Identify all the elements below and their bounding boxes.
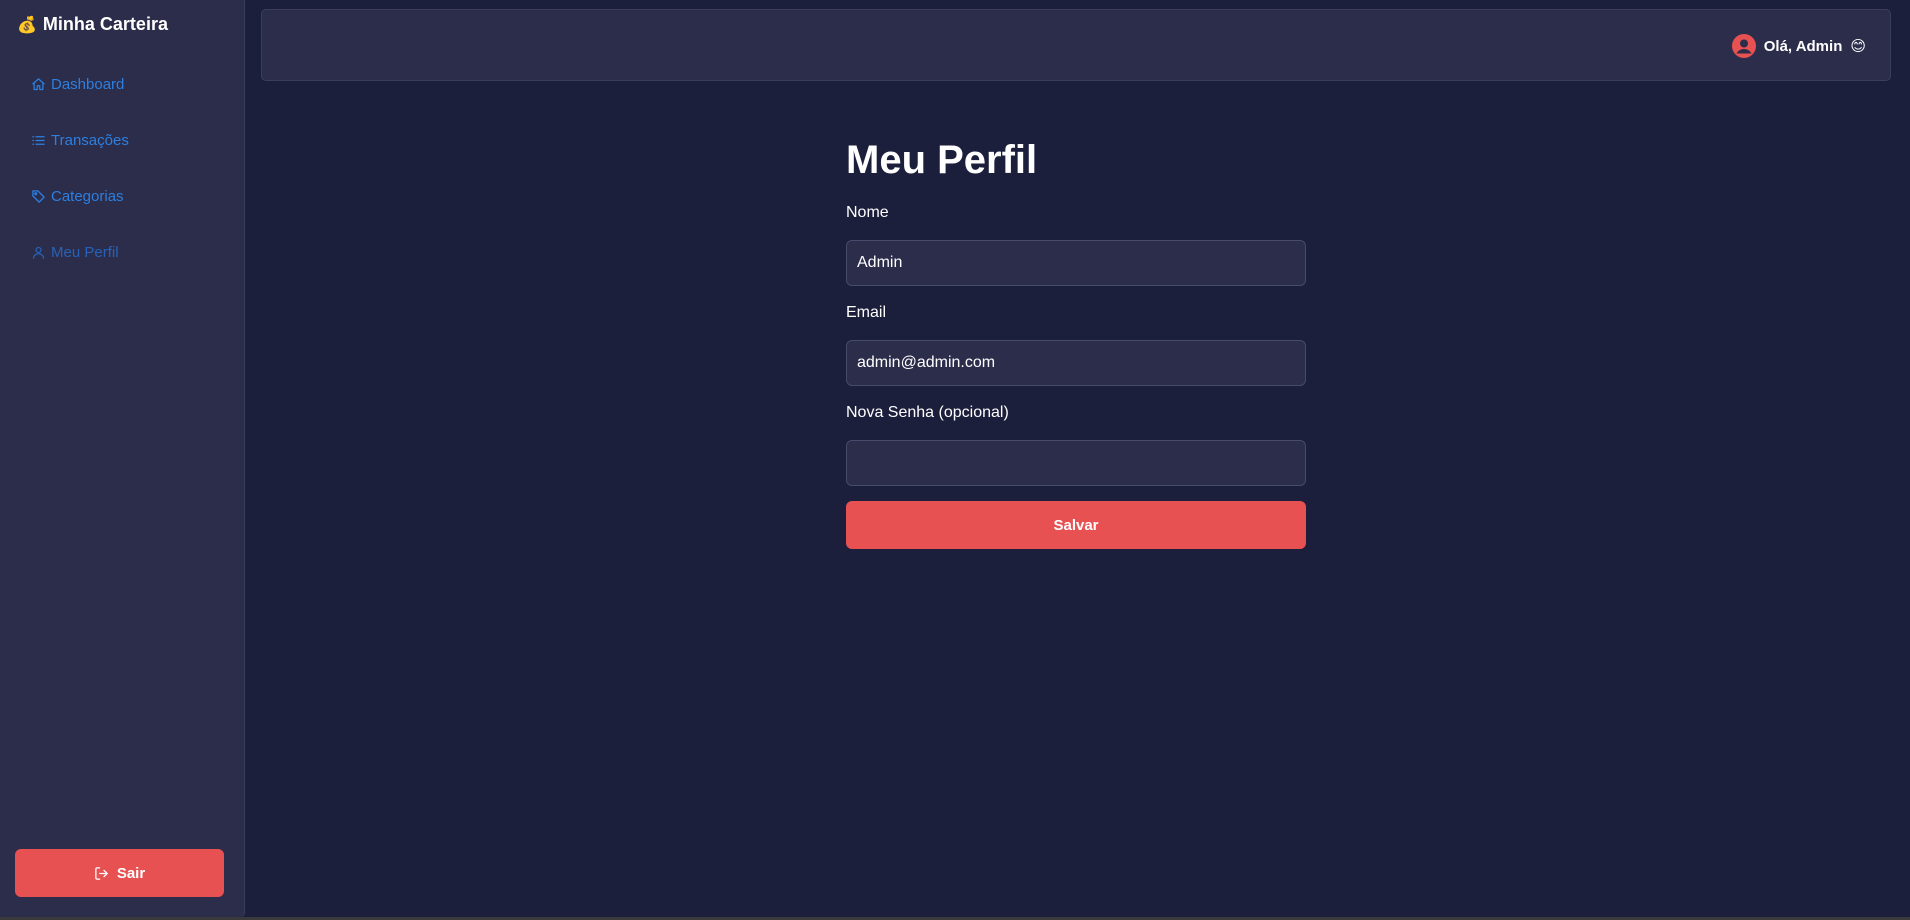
home-icon xyxy=(32,77,45,90)
sidebar-item-label: Categorias xyxy=(51,187,124,205)
top-bar: Olá, Admin 😊 xyxy=(261,9,1891,81)
logout-button[interactable]: Sair xyxy=(15,849,224,897)
profile-form: Meu Perfil Nome Email Nova Senha (opcion… xyxy=(846,132,1306,549)
list-icon xyxy=(32,135,45,145)
app-root: 💰 Minha Carteira Dashboard Transações Ca… xyxy=(0,0,1910,917)
user-icon xyxy=(32,246,45,259)
sidebar-item-label: Dashboard xyxy=(51,75,125,93)
password-input[interactable] xyxy=(846,440,1306,486)
logout-label: Sair xyxy=(116,864,146,882)
tag-icon xyxy=(32,189,45,203)
money-bag-icon: 💰 xyxy=(17,16,37,34)
name-input[interactable] xyxy=(846,240,1306,286)
sidebar-item-dashboard[interactable]: Dashboard xyxy=(31,72,129,96)
page-title: Meu Perfil xyxy=(846,138,1038,182)
password-label: Nova Senha (opcional) xyxy=(846,404,1009,421)
sidebar-item-categorias[interactable]: Categorias xyxy=(31,184,129,208)
greeting-text: Olá, Admin xyxy=(1763,37,1843,55)
email-input[interactable] xyxy=(846,340,1306,386)
brand: 💰 Minha Carteira xyxy=(17,14,168,35)
save-button[interactable]: Salvar xyxy=(846,501,1306,549)
sidebar-item-transacoes[interactable]: Transações xyxy=(31,128,129,152)
sidebar-item-meu-perfil[interactable]: Meu Perfil xyxy=(31,240,129,264)
sidebar-item-label: Transações xyxy=(51,131,129,149)
smile-emoji-icon: 😊 xyxy=(1850,38,1866,55)
user-avatar-icon xyxy=(1731,34,1756,58)
user-greeting[interactable]: Olá, Admin 😊 xyxy=(1731,34,1866,58)
email-label: Email xyxy=(846,304,887,321)
brand-title: Minha Carteira xyxy=(42,14,168,34)
logout-icon xyxy=(95,866,108,880)
sidebar-item-label: Meu Perfil xyxy=(51,243,119,261)
name-label: Nome xyxy=(846,204,889,221)
sidebar-nav: Dashboard Transações Categorias Meu Perf… xyxy=(31,72,129,296)
sidebar: 💰 Minha Carteira Dashboard Transações Ca… xyxy=(0,0,245,917)
